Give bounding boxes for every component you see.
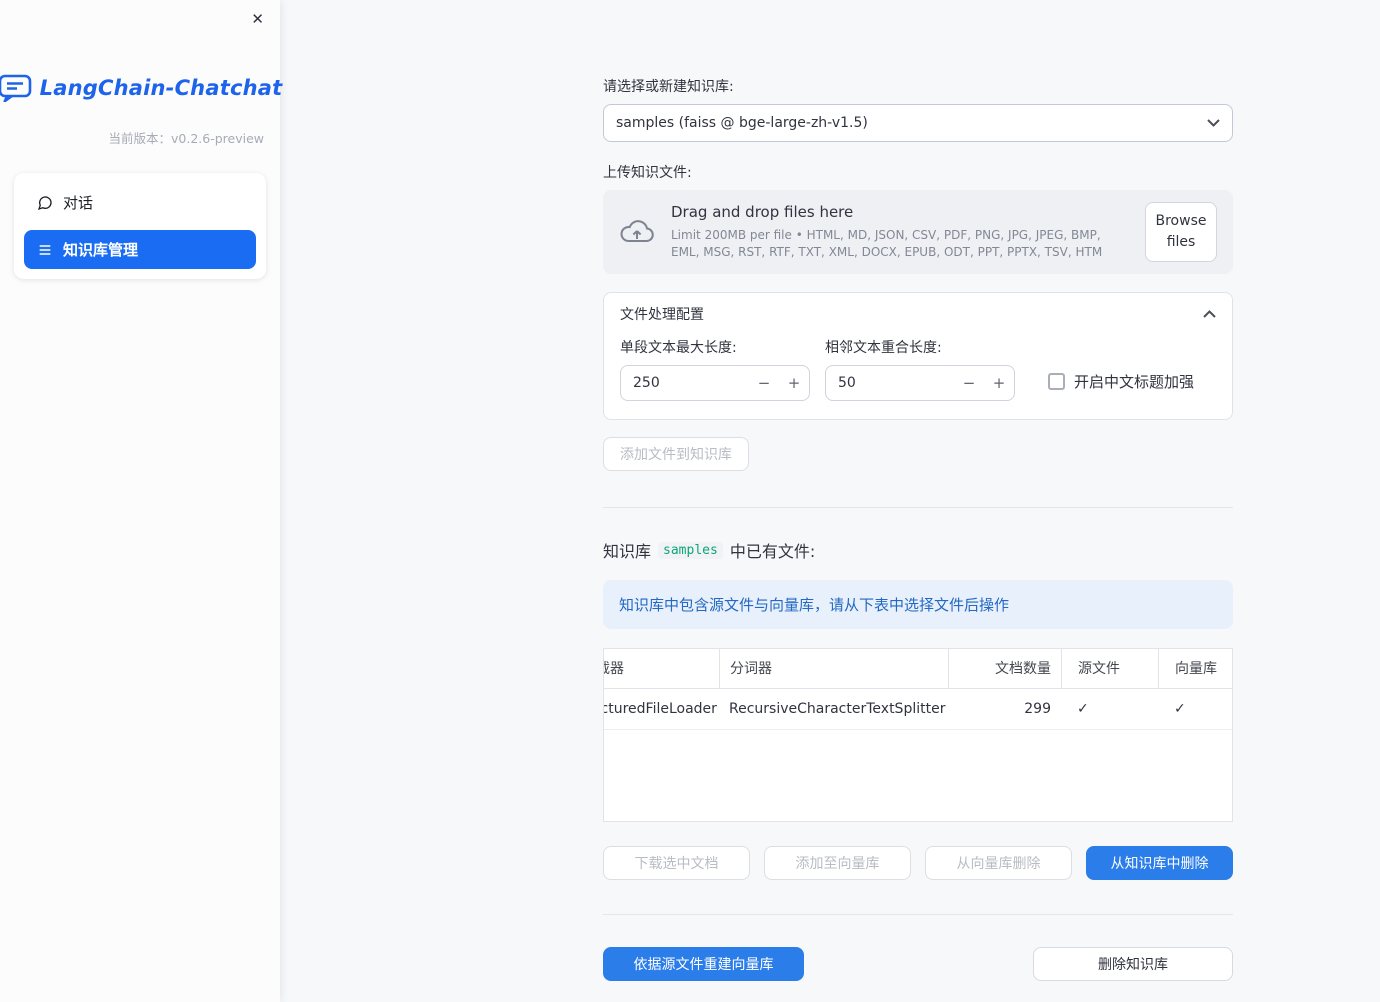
dropzone-text: Drag and drop files here Limit 200MB per… [671, 203, 1129, 261]
column-header-source-file[interactable]: 源文件 [1061, 649, 1158, 688]
file-actions-row: 下载选中文档 添加至向量库 从向量库删除 从知识库中删除 [603, 846, 1233, 880]
cell-source-file-check: ✓ [1077, 701, 1089, 717]
divider [603, 507, 1233, 508]
sidebar-item-chat[interactable]: 对话 [24, 183, 256, 222]
version-label: 当前版本： [108, 131, 171, 146]
checkbox-box[interactable] [1048, 373, 1065, 390]
plus-button[interactable]: + [779, 366, 809, 400]
close-icon: ✕ [251, 11, 264, 28]
version-text: 当前版本：v0.2.6-preview [14, 128, 266, 147]
overlap-length-label: 相邻文本重合长度: [825, 340, 942, 356]
expander-body: 单段文本最大长度: 250 − + 相邻文本重合长度: 50 − + 开启中文标… [604, 335, 1232, 419]
kb-files-heading: 知识库 samples 中已有文件: [603, 538, 1233, 562]
overlap-length-value[interactable]: 50 [826, 375, 954, 391]
dropzone-hint: Limit 200MB per file • HTML, MD, JSON, C… [671, 228, 1103, 259]
chat-bubble-icon [36, 195, 53, 211]
chevron-down-icon [1207, 119, 1220, 127]
checkbox-label: 开启中文标题加强 [1074, 373, 1195, 391]
kb-select-label: 请选择或新建知识库: [603, 79, 734, 95]
delete-from-kb-button[interactable]: 从知识库中删除 [1086, 846, 1233, 880]
minus-button[interactable]: − [749, 366, 779, 400]
nav-label-kb-management: 知识库管理 [63, 241, 139, 259]
upload-cloud-icon [619, 218, 655, 246]
file-config-expander: 文件处理配置 单段文本最大长度: 250 − + 相邻文本重合长度: 50 − … [603, 292, 1233, 420]
max-length-label: 单段文本最大长度: [620, 340, 737, 356]
cell-vector-store-check: ✓ [1174, 701, 1186, 717]
kb-bottom-actions: 依据源文件重建向量库 删除知识库 [603, 947, 1233, 981]
column-header-splitter[interactable]: 分词器 [719, 649, 948, 688]
overlap-length-input[interactable]: 50 − + [825, 365, 1015, 401]
nav-label-chat: 对话 [63, 194, 94, 212]
main-content: 请选择或新建知识库: samples (faiss @ bge-large-zh… [280, 0, 1380, 1002]
divider [603, 914, 1233, 915]
table-header-row: 文档加载器 分词器 文档数量 源文件 向量库 [604, 649, 1232, 689]
max-length-group: 单段文本最大长度: 250 − + [620, 337, 810, 401]
column-header-loader[interactable]: 文档加载器 [604, 649, 719, 688]
content-column: 请选择或新建知识库: samples (faiss @ bge-large-zh… [603, 0, 1233, 981]
rebuild-vector-store-button[interactable]: 依据源文件重建向量库 [603, 947, 804, 981]
overlap-length-group: 相邻文本重合长度: 50 − + [825, 337, 1015, 401]
sidebar-item-kb-management[interactable]: 知识库管理 [24, 230, 256, 269]
cell-doc-count: 299 [1024, 701, 1051, 717]
cell-splitter: RecursiveCharacterTextSplitter [729, 701, 946, 717]
browse-files-button[interactable]: Browse files [1145, 202, 1217, 262]
files-table[interactable]: 文档加载器 分词器 文档数量 源文件 向量库 UnstructuredFileL… [603, 648, 1233, 822]
kb-name-code: samples [658, 541, 723, 559]
delete-from-vector-store-button[interactable]: 从向量库删除 [925, 846, 1072, 880]
minus-button[interactable]: − [954, 366, 984, 400]
app: ✕ LangChain-Chatchat 当前版本：v0.2.6-preview [0, 0, 1380, 1002]
chatchat-logo-icon [0, 74, 32, 102]
add-files-to-kb-button[interactable]: 添加文件到知识库 [603, 437, 749, 471]
app-logo: LangChain-Chatchat [0, 74, 282, 102]
sidebar-close-button[interactable]: ✕ [247, 8, 268, 31]
info-alert-text: 知识库中包含源文件与向量库，请从下表中选择文件后操作 [619, 596, 1010, 614]
kb-list-icon [36, 242, 53, 258]
zh-title-enhance-checkbox[interactable]: 开启中文标题加强 [1048, 371, 1194, 392]
max-length-value[interactable]: 250 [621, 375, 749, 391]
version-value: v0.2.6-preview [171, 131, 264, 146]
chevron-up-icon [1203, 310, 1216, 318]
plus-button[interactable]: + [984, 366, 1014, 400]
dropzone-title: Drag and drop files here [671, 203, 854, 222]
sidebar-nav: 对话 知识库管理 [14, 173, 266, 279]
expander-title: 文件处理配置 [620, 307, 704, 323]
column-header-vector-store[interactable]: 向量库 [1158, 649, 1232, 688]
sidebar: ✕ LangChain-Chatchat 当前版本：v0.2.6-preview [0, 0, 282, 1002]
max-length-input[interactable]: 250 − + [620, 365, 810, 401]
kb-files-suffix: 中已有文件: [729, 542, 816, 561]
info-alert: 知识库中包含源文件与向量库，请从下表中选择文件后操作 [603, 580, 1233, 629]
delete-kb-button[interactable]: 删除知识库 [1033, 947, 1233, 981]
expander-header[interactable]: 文件处理配置 [604, 293, 1232, 335]
download-selected-button[interactable]: 下载选中文档 [603, 846, 750, 880]
column-header-doc-count[interactable]: 文档数量 [948, 649, 1061, 688]
file-dropzone[interactable]: Drag and drop files here Limit 200MB per… [603, 190, 1233, 274]
kb-files-prefix: 知识库 [603, 542, 652, 561]
logo-text: LangChain-Chatchat [39, 76, 283, 100]
kb-select[interactable]: samples (faiss @ bge-large-zh-v1.5) [603, 104, 1233, 142]
table-row[interactable]: UnstructuredFileLoader RecursiveCharacte… [604, 689, 1232, 730]
add-to-vector-store-button[interactable]: 添加至向量库 [764, 846, 911, 880]
kb-select-value: samples (faiss @ bge-large-zh-v1.5) [616, 115, 868, 131]
cell-loader: UnstructuredFileLoader [604, 701, 717, 717]
files-table-inner: 文档加载器 分词器 文档数量 源文件 向量库 UnstructuredFileL… [604, 649, 1232, 730]
upload-label: 上传知识文件: [603, 165, 692, 181]
